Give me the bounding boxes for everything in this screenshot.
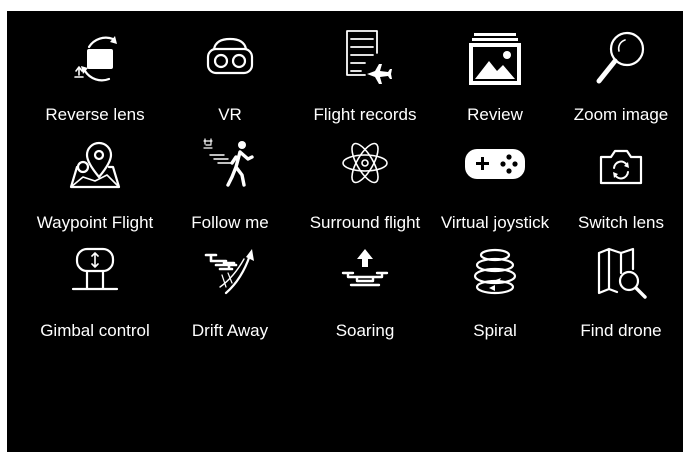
- camera-switch-icon: [589, 135, 653, 199]
- image-gallery-icon: [463, 27, 527, 91]
- drone-ascend-icon: [333, 243, 397, 307]
- review-button[interactable]: Review: [435, 27, 555, 127]
- follow-me-button[interactable]: Follow me: [170, 135, 290, 235]
- orbit-atom-icon: [333, 135, 397, 199]
- vr-button[interactable]: VR: [170, 27, 290, 127]
- find-drone-map-icon: [589, 243, 653, 307]
- zoom-image-button[interactable]: Zoom image: [561, 27, 681, 127]
- gamepad-icon: [463, 135, 527, 199]
- drone-drift-icon: [198, 243, 262, 307]
- follow-walker-icon: [198, 135, 262, 199]
- switch-lens-label: Switch lens: [578, 213, 664, 232]
- map-pin-icon: [63, 135, 127, 199]
- zoom-image-label: Zoom image: [573, 105, 669, 124]
- function-menu-panel: Reverse lens VR Flight records Review Zo…: [7, 11, 683, 452]
- reverse-lens-button[interactable]: Reverse lens: [35, 27, 155, 127]
- surround-flight-button[interactable]: Surround flight: [305, 135, 425, 235]
- reverse-lens-icon: [63, 27, 127, 91]
- find-drone-label: Find drone: [580, 321, 662, 340]
- find-drone-button[interactable]: Find drone: [561, 243, 681, 343]
- waypoint-flight-button[interactable]: Waypoint Flight: [35, 135, 155, 235]
- spiral-icon: [463, 243, 527, 307]
- soaring-button[interactable]: Soaring: [305, 243, 425, 343]
- virtual-joystick-button[interactable]: Virtual joystick: [435, 135, 555, 235]
- gimbal-control-button[interactable]: Gimbal control: [35, 243, 155, 343]
- spiral-button[interactable]: Spiral: [435, 243, 555, 343]
- magnifier-icon: [589, 27, 653, 91]
- flight-records-button[interactable]: Flight records: [305, 27, 425, 127]
- switch-lens-button[interactable]: Switch lens: [561, 135, 681, 235]
- flight-records-icon: [333, 27, 397, 91]
- vr-headset-icon: [198, 27, 262, 91]
- gimbal-icon: [63, 243, 127, 307]
- drift-away-button[interactable]: Drift Away: [170, 243, 290, 343]
